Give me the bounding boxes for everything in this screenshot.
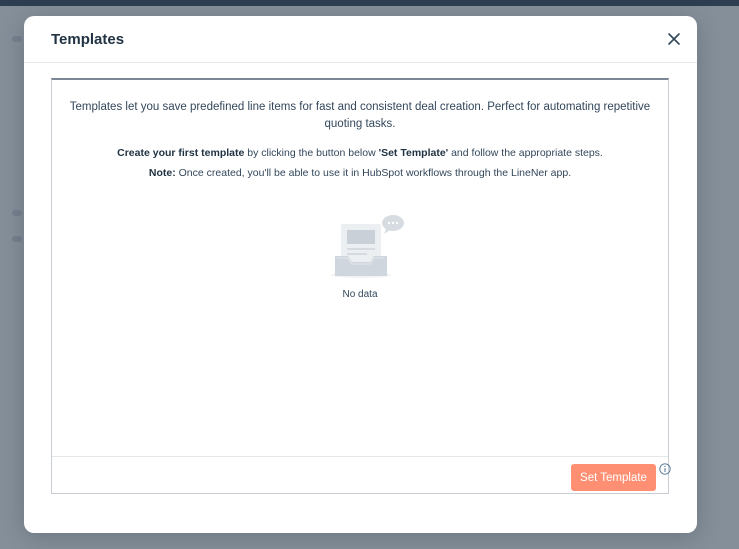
modal-header: Templates [24,16,697,63]
note-text: Note: Once created, you'll be able to us… [52,167,668,179]
empty-inbox-icon [331,215,404,278]
create-instructions-middle: by clicking the button below [244,147,379,159]
create-instructions-bold: Create your first template [117,147,245,159]
panel-footer: Set Template [52,456,671,493]
close-button[interactable] [665,30,683,48]
create-instructions: Create your first template by clicking t… [52,147,668,159]
templates-modal: Templates Templates let you save predefi… [24,16,697,533]
empty-state-text: No data [342,289,378,300]
set-template-button[interactable]: Set Template [571,464,656,491]
intro-text: Templates let you save predefined line i… [69,101,651,130]
info-icon[interactable] [659,463,671,475]
modal-title: Templates [51,31,125,48]
create-instructions-end: and follow the appropriate steps. [448,147,603,159]
templates-panel: Templates let you save predefined line i… [51,78,671,494]
note-label: Note: [148,167,176,179]
note-body: Once created, you'll be able to use it i… [175,167,572,179]
set-template-reference: 'Set Template' [378,147,449,159]
close-icon [668,33,680,45]
